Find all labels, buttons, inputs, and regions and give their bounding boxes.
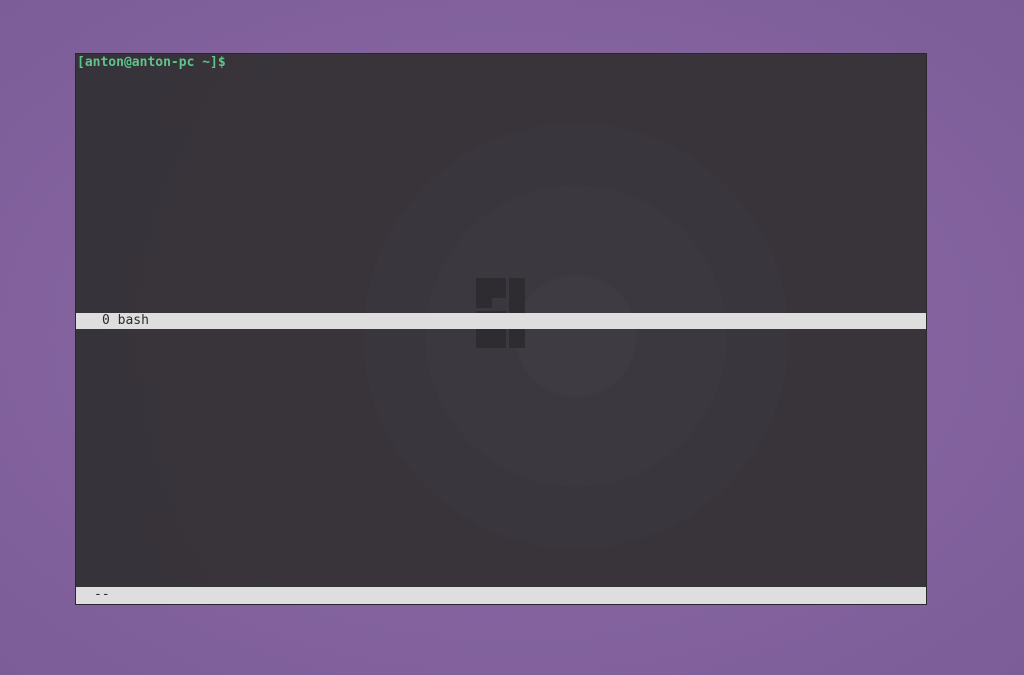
window-list-label[interactable]: 0 bash	[102, 313, 149, 329]
terminal-pane-top[interactable]: [anton@anton-pc ~]$	[76, 54, 926, 313]
terminal-window[interactable]: [anton@anton-pc ~]$ 0 bash --	[75, 53, 927, 605]
tmux-status-bar[interactable]: 0 bash	[76, 313, 926, 329]
terminal-pane-bottom[interactable]	[76, 330, 926, 587]
shell-prompt: [anton@anton-pc ~]$	[77, 55, 226, 70]
bottom-status-label: --	[94, 587, 110, 602]
bottom-status-bar: --	[76, 587, 926, 604]
desktop: { "terminal": { "prompt": "[anton@anton-…	[0, 0, 1024, 675]
